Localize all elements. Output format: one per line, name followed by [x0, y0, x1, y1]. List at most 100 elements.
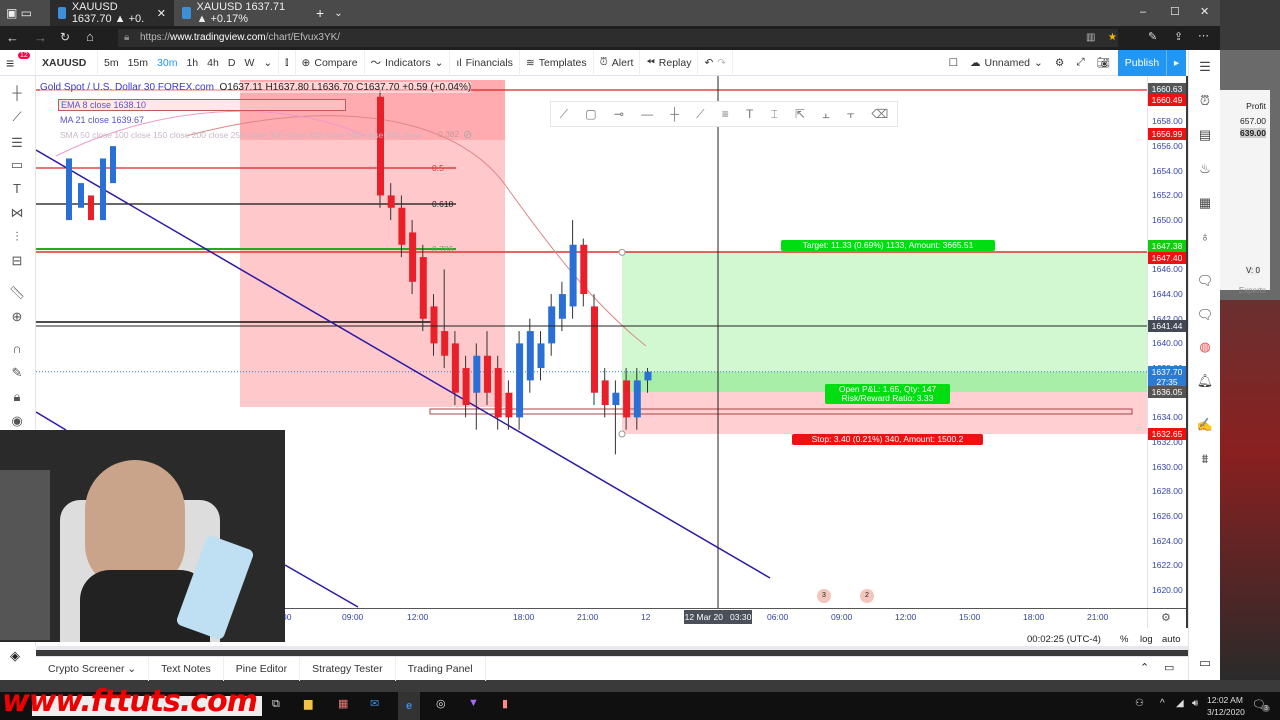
tab-pine-editor[interactable]: Pine Editor [224, 656, 301, 681]
camera-icon[interactable]: 📷︎ [1097, 56, 1110, 69]
order-panel-icon[interactable]: ⩩ [1196, 450, 1214, 468]
play-circle-icon[interactable]: ▸ [1166, 50, 1186, 76]
trend-line-icon[interactable]: ⟋ [8, 108, 26, 126]
interval-4h[interactable]: 4h [207, 57, 219, 69]
tray-chevron-icon[interactable]: ^ [1160, 698, 1165, 709]
minimize-icon[interactable]: – [1140, 6, 1146, 18]
more-icon[interactable]: ⋯ [1198, 29, 1209, 42]
hotlist-fire-icon[interactable]: ♨ [1196, 160, 1214, 178]
new-tab-icon[interactable]: + [306, 5, 334, 21]
settings-gear-icon[interactable]: ⚙ [1055, 57, 1064, 69]
checkbox-icon[interactable]: ☐ [949, 57, 958, 69]
file-explorer-icon[interactable]: ▆ [304, 697, 312, 710]
menu-button[interactable]: ≡ 12 [0, 49, 36, 76]
edge-icon[interactable]: e [398, 692, 420, 720]
candle-body [516, 343, 524, 418]
taskbar-date[interactable]: 3/12/2020 [1207, 707, 1245, 717]
taskbar-time[interactable]: 12:02 AM [1207, 695, 1243, 705]
ruler-icon[interactable]: 📏︎ [8, 284, 26, 302]
mt4-experts-tab[interactable]: Experts [1239, 286, 1266, 295]
refresh-icon[interactable]: ↻ [60, 30, 70, 44]
reading-view-icon[interactable]: ▥ [1086, 29, 1095, 47]
chevron-down-icon[interactable]: ⌄ [334, 8, 342, 19]
interval-1h[interactable]: 1h [186, 57, 198, 69]
tab-actions-icon[interactable]: ▣ ▭ [0, 6, 50, 20]
volume-icon[interactable]: 🔊︎ [1192, 698, 1198, 709]
forward-icon[interactable]: → [34, 30, 47, 45]
undo-icon[interactable]: ↶ [704, 57, 713, 69]
alerts-clock-icon[interactable]: ⏰︎ [1196, 92, 1214, 110]
watchlist-icon[interactable]: ☰ [1196, 58, 1214, 76]
chevron-down-icon[interactable]: ⌄ [1034, 57, 1043, 69]
layout-name-button[interactable]: Unnamed [984, 57, 1030, 69]
url-field[interactable]: 🔒︎ https://www.tradingview.com/chart/Efv… [118, 29, 1118, 47]
magnet-icon[interactable]: ∩ [8, 340, 26, 358]
chat-icon[interactable]: 🗨︎ [1196, 272, 1214, 290]
interval-5m[interactable]: 5m [104, 57, 119, 69]
streams-icon[interactable]: ◍ [1196, 338, 1214, 356]
layout-icon[interactable]: ▭ [1196, 654, 1214, 672]
candle-body [601, 380, 609, 406]
close-tab-icon[interactable]: ✕ [157, 7, 166, 20]
zoom-icon[interactable]: ⊕ [8, 308, 26, 326]
chevron-down-icon[interactable]: ⌄ [263, 57, 272, 69]
fullscreen-icon[interactable]: ⤢ [1076, 56, 1084, 69]
tab-text-notes[interactable]: Text Notes [149, 656, 224, 681]
browser-tab-2[interactable]: XAUUSD 1637.71 ▲ +0.17% [174, 0, 306, 26]
ideas-bulb-icon[interactable]: ♁ [1196, 228, 1214, 246]
wifi-icon[interactable]: ◢ [1176, 698, 1184, 709]
data-window-icon[interactable]: ▤ [1196, 126, 1214, 144]
app-icon[interactable]: ▼ [468, 697, 479, 709]
candle-body [462, 368, 470, 406]
text-icon[interactable]: T [8, 180, 26, 198]
forecast-icon[interactable]: ⫶ [8, 228, 26, 246]
replay-button[interactable]: ⏪︎ Replay [640, 49, 699, 76]
browser-tab-1[interactable]: XAUUSD 1637.70 ▲ +0. ✕ [50, 0, 174, 26]
tab-strategy-tester[interactable]: Strategy Tester [300, 656, 396, 681]
compare-button[interactable]: ⊕ Compare [296, 49, 365, 76]
mt4-profit-row[interactable]: 657.00 [1240, 116, 1266, 126]
rectangle-icon[interactable]: ▭ [8, 156, 26, 174]
tab-trading-panel[interactable]: Trading Panel [396, 656, 486, 681]
interval-15m[interactable]: 15m [128, 57, 148, 69]
home-icon[interactable]: ⌂ [86, 29, 94, 44]
favorite-star-icon[interactable]: ★ [1108, 29, 1117, 47]
calendar-icon[interactable]: ▦ [1196, 194, 1214, 212]
pen-icon[interactable]: ✎ [1148, 30, 1157, 43]
brush-icon[interactable]: ⊟ [8, 252, 26, 270]
lock-drawing-icon[interactable]: ✎ [8, 364, 26, 382]
back-icon[interactable]: ← [6, 30, 19, 45]
share-icon[interactable]: ⇪ [1174, 30, 1183, 43]
chart-type-button[interactable]: ⫾ [279, 49, 296, 76]
task-view-icon[interactable]: ⧉ [272, 698, 280, 711]
lock-icon[interactable]: 🔒︎ [8, 388, 26, 406]
pattern-icon[interactable]: ⋈ [8, 204, 26, 222]
layers-icon[interactable]: ◈ [10, 648, 20, 664]
pen-tool-icon[interactable]: ✍ [1196, 416, 1214, 434]
obs-icon[interactable]: ◎ [436, 697, 446, 710]
alert-button[interactable]: ⏰︎ Alert [594, 49, 641, 76]
maximize-panel-icon[interactable]: ▭ [1164, 661, 1174, 674]
symbol-search[interactable]: XAUUSD [36, 49, 98, 76]
maximize-icon[interactable]: ☐ [1170, 5, 1180, 18]
tab-crypto-screener[interactable]: Crypto Screener ⌄ [36, 656, 150, 681]
indicators-button[interactable]: 〜 Indicators ⌄ [365, 49, 451, 76]
chevron-up-icon[interactable]: ⌃ [1140, 661, 1149, 674]
fib-icon[interactable]: ☰ [8, 134, 26, 152]
people-icon[interactable]: ⚇ [1135, 698, 1144, 709]
store-icon[interactable]: ▦ [338, 697, 348, 710]
close-window-icon[interactable]: ✕ [1200, 5, 1209, 18]
financials-button[interactable]: ıl Financials [450, 49, 520, 76]
interval-d[interactable]: D [228, 57, 236, 69]
crosshair-icon[interactable]: ┼ [8, 84, 26, 102]
mail-icon[interactable]: ✉ [370, 697, 379, 710]
interval-30m[interactable]: 30m [157, 57, 177, 69]
eye-icon[interactable]: ◉ [8, 412, 26, 430]
publish-button[interactable]: Publish [1118, 50, 1166, 76]
interval-w[interactable]: W [244, 57, 254, 69]
redo-icon[interactable]: ↷ [717, 57, 726, 69]
app2-icon[interactable]: ▮ [502, 697, 508, 710]
notifications-bell-icon[interactable]: 🔔︎ [1196, 372, 1214, 390]
templates-button[interactable]: ≋ Templates [520, 49, 594, 76]
messages-icon[interactable]: 🗨︎ [1196, 306, 1214, 324]
